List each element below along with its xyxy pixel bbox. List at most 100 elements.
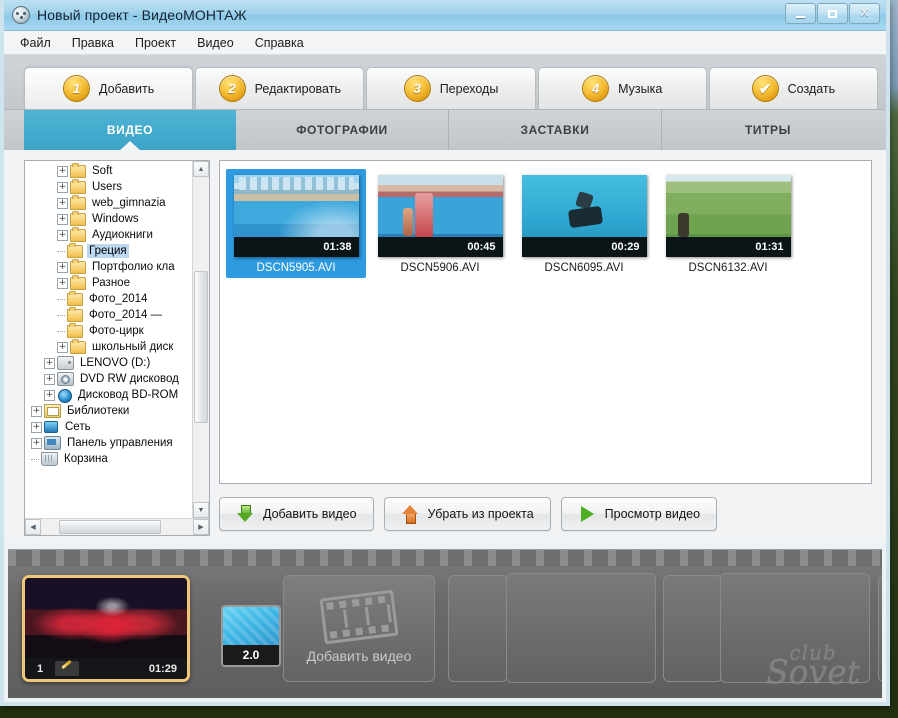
tree-expander-icon[interactable]: + — [44, 389, 55, 401]
tree-node[interactable]: + Аудиокниги — [25, 226, 209, 243]
tree-expander-icon[interactable]: + — [57, 165, 68, 177]
folder-tree[interactable]: + Soft + Users + web_gimnazia + Windows + Аудиокн… — [24, 160, 210, 536]
video-item[interactable]: 01:31 DSCN6132.AVI — [658, 169, 798, 278]
tree-line — [57, 330, 65, 332]
tree-node[interactable]: Корзина — [25, 451, 209, 467]
tree-node[interactable]: + Портфолио кла — [25, 258, 209, 275]
tab-intros[interactable]: ЗАСТАВКИ — [449, 110, 662, 150]
tree-node[interactable]: Фото_2014 — — [25, 306, 209, 323]
timeline-empty-slot[interactable] — [448, 575, 508, 682]
tree-node[interactable]: + Дисковод BD-ROM — [25, 387, 209, 403]
folder-icon — [70, 210, 86, 226]
tree-node-label: DVD RW дисковод — [80, 373, 179, 385]
tree-node-label: Корзина — [64, 453, 108, 465]
menu-item-edit[interactable]: Правка — [70, 34, 116, 52]
video-item[interactable]: 01:38 DSCN5905.AVI — [226, 169, 366, 278]
tree-expander-icon[interactable]: + — [31, 405, 42, 417]
add-video-label: Добавить видео — [263, 507, 357, 521]
tree-expander-icon[interactable]: + — [57, 213, 68, 225]
tree-node[interactable]: Фото_2014 — [25, 290, 209, 307]
tree-expander-icon[interactable]: + — [31, 437, 42, 449]
tree-node[interactable]: + Разное — [25, 274, 209, 291]
tree-node[interactable]: Фото-цирк — [25, 322, 209, 339]
video-duration: 00:45 — [377, 237, 503, 257]
tree-expander-icon[interactable]: + — [57, 181, 68, 193]
folder-icon — [70, 194, 86, 210]
scroll-left-arrow[interactable]: ◀ — [25, 519, 41, 535]
tree-node[interactable]: + Soft — [25, 162, 209, 179]
tree-expander-icon[interactable]: + — [57, 341, 68, 353]
tree-scroll-thumb[interactable] — [194, 271, 208, 423]
tree-node[interactable]: + Библиотеки — [25, 403, 209, 419]
tree-node[interactable]: + DVD RW дисковод — [25, 371, 209, 387]
tree-hscroll-thumb[interactable] — [59, 520, 161, 534]
step-tab-create[interactable]: ✔ Создать — [708, 67, 879, 109]
step-tab-transitions[interactable]: 3 Переходы — [366, 67, 536, 109]
tab-photos[interactable]: ФОТОГРАФИИ — [236, 110, 449, 150]
timeline-empty-slot[interactable] — [878, 575, 882, 682]
tree-expander-icon[interactable]: + — [57, 197, 68, 209]
remove-from-project-button[interactable]: Убрать из проекта — [383, 497, 551, 531]
tree-line — [57, 298, 65, 300]
tree-horizontal-scrollbar[interactable]: ◀ ▶ — [25, 518, 209, 535]
tree-node[interactable]: + школьный диск — [25, 338, 209, 355]
folder-icon — [70, 226, 86, 242]
step-tab-add[interactable]: 1 Добавить — [24, 67, 194, 109]
maximize-button[interactable] — [817, 3, 848, 24]
tree-node-label: школьный диск — [92, 341, 174, 353]
pencil-icon[interactable] — [55, 661, 79, 676]
timeline-panel[interactable]: 1 01:29 2.0 Добавить видео club Sovet — [8, 549, 882, 698]
tree-expander-icon[interactable]: + — [44, 373, 55, 385]
tree-node[interactable]: + Панель управления — [25, 435, 209, 451]
tree-line — [57, 250, 65, 252]
tree-node-label: Портфолио кла — [92, 261, 175, 273]
tree-vertical-scrollbar[interactable]: ▲ ▼ — [192, 161, 209, 518]
window-title: Новый проект - ВидеоМОНТАЖ — [37, 7, 247, 23]
step-number-badge: 3 — [403, 75, 431, 102]
tree-node[interactable]: + Сеть — [25, 419, 209, 435]
video-filename: DSCN6095.AVI — [544, 262, 624, 274]
tree-expander-icon[interactable]: + — [44, 357, 55, 369]
tree-node-label: Аудиокниги — [92, 229, 153, 241]
timeline-empty-slot[interactable] — [663, 575, 723, 682]
step-tab-music[interactable]: 4 Музыка — [537, 67, 707, 109]
tab-titles[interactable]: ТИТРЫ — [662, 110, 874, 150]
tree-expander-icon[interactable]: + — [57, 229, 68, 241]
video-item[interactable]: 00:45 DSCN5906.AVI — [370, 169, 510, 278]
video-item[interactable]: 00:29 DSCN6095.AVI — [514, 169, 654, 278]
add-video-slot[interactable]: Добавить видео — [283, 575, 435, 682]
close-button[interactable]: X — [849, 3, 880, 24]
video-thumbnail: 01:31 — [665, 175, 791, 257]
drive-icon — [57, 356, 74, 370]
timeline-empty-slot[interactable] — [506, 573, 656, 683]
scroll-down-arrow[interactable]: ▼ — [193, 502, 209, 518]
folder-icon — [67, 242, 83, 258]
step-tab-bar: 1 Добавить 2 Редактировать 3 Переходы 4 … — [4, 55, 886, 110]
tree-expander-icon[interactable]: + — [57, 261, 68, 273]
scroll-up-arrow[interactable]: ▲ — [193, 161, 209, 177]
step-tab-edit[interactable]: 2 Редактировать — [195, 67, 365, 109]
tree-node[interactable]: + LENOVO (D:) — [25, 355, 209, 371]
tab-video[interactable]: ВИДЕО — [24, 110, 236, 150]
scroll-right-arrow[interactable]: ▶ — [193, 519, 209, 535]
file-grid-view[interactable]: 01:38 DSCN5905.AVI 00:45 DSCN5906.AVI 00:29 D… — [219, 160, 872, 484]
tree-node[interactable]: Греция — [25, 242, 209, 259]
tree-node[interactable]: + Windows — [25, 210, 209, 227]
title-bar: Новый проект - ВидеоМОНТАЖ X — [4, 0, 886, 31]
tree-expander-icon[interactable]: + — [31, 421, 42, 433]
timeline-clip[interactable]: 1 01:29 — [22, 575, 190, 682]
timeline-empty-slot[interactable] — [720, 573, 870, 683]
tree-expander-icon[interactable]: + — [57, 277, 68, 289]
tree-node[interactable]: + web_gimnazia — [25, 194, 209, 211]
preview-video-button[interactable]: Просмотр видео — [560, 497, 718, 531]
menu-item-file[interactable]: Файл — [18, 34, 53, 52]
menu-item-video[interactable]: Видео — [195, 34, 236, 52]
minimize-button[interactable] — [785, 3, 816, 24]
video-filename: DSCN5906.AVI — [400, 262, 480, 274]
transition-slot[interactable]: 2.0 — [221, 605, 281, 667]
tree-node[interactable]: + Users — [25, 178, 209, 195]
add-video-button[interactable]: Добавить видео — [219, 497, 374, 531]
menu-item-project[interactable]: Проект — [133, 34, 178, 52]
menu-item-help[interactable]: Справка — [253, 34, 306, 52]
folder-icon — [67, 290, 83, 306]
